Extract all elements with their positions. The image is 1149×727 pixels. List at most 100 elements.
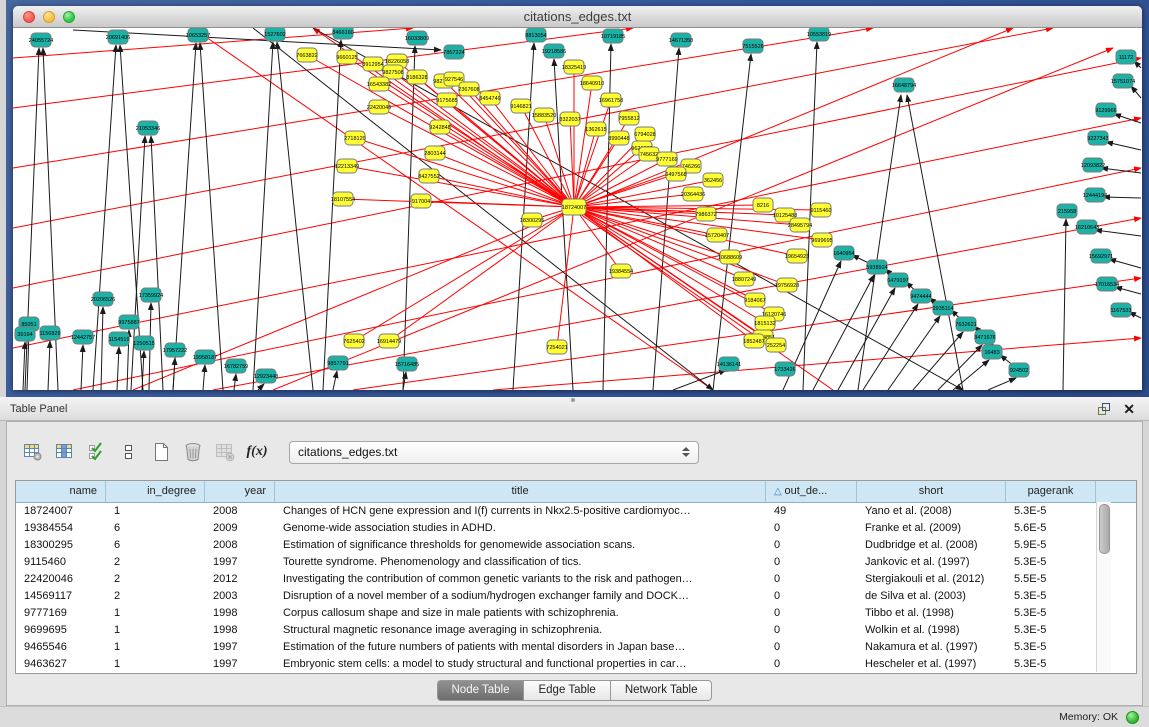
network-node[interactable]: 20691406 (106, 30, 130, 44)
network-node[interactable]: 9242848 (429, 120, 450, 134)
network-node[interactable]: 7955812 (618, 111, 639, 125)
table-row[interactable]: 1830029562008Estimation of significance … (16, 537, 1136, 554)
network-node[interactable]: 7986372 (695, 207, 716, 221)
table-row[interactable]: 1938455462009Genome-wide association stu… (16, 520, 1136, 537)
network-node[interactable]: 9184067 (744, 293, 765, 307)
network-node[interactable]: 9115460 (810, 203, 831, 217)
network-node[interactable]: 5938924 (866, 260, 887, 274)
column-header-name[interactable]: name (16, 481, 106, 502)
network-node[interactable]: 9857791 (327, 356, 348, 370)
network-node[interactable]: 8466160 (332, 28, 353, 39)
network-node[interactable]: 16648794 (892, 78, 916, 92)
scrollbar-thumb[interactable] (1099, 504, 1110, 554)
network-node[interactable]: 8813054 (525, 28, 546, 42)
network-node[interactable]: 1733426 (774, 362, 795, 376)
network-node[interactable]: 12444194 (1083, 188, 1107, 202)
network-node[interactable]: 8912954 (362, 57, 383, 71)
network-node[interactable]: 9175685 (436, 93, 457, 107)
network-node[interactable]: 8186328 (406, 70, 427, 84)
column-header-in_degree[interactable]: in_degree (106, 481, 205, 502)
network-node[interactable]: 1815132 (754, 316, 775, 330)
network-node[interactable]: 12442757 (71, 330, 95, 344)
network-node[interactable]: 14136141 (717, 357, 741, 371)
table-row[interactable]: 1872400712008Changes of HCN gene express… (16, 503, 1136, 520)
row-checks-icon[interactable] (83, 438, 111, 466)
zoom-window-button[interactable] (63, 11, 75, 23)
network-node[interactable]: 9777169 (656, 152, 677, 166)
network-node[interactable]: 22420046 (367, 100, 391, 114)
network-node[interactable]: 15692971 (1089, 249, 1113, 263)
tab-node-table[interactable]: Node Table (437, 680, 525, 701)
network-node[interactable]: 2803144 (424, 146, 445, 160)
network-node[interactable]: 18325419 (562, 60, 586, 74)
network-node[interactable]: 19958187 (193, 350, 217, 364)
network-node[interactable]: 2935114 (932, 301, 953, 315)
table-row[interactable]: 969969511998Structural magnetic resonanc… (16, 622, 1136, 639)
network-node[interactable]: 11172 (1116, 50, 1136, 64)
column-header-short[interactable]: short (857, 481, 1006, 502)
network-node[interactable]: 2718120 (344, 131, 365, 145)
network-node[interactable]: 28495794 (788, 218, 812, 232)
network-node[interactable]: 18640910 (580, 76, 604, 90)
network-node[interactable]: 15751074 (1111, 74, 1135, 88)
network-node[interactable]: 16033809 (405, 31, 429, 45)
tab-edge-table[interactable]: Edge Table (524, 680, 610, 701)
network-node[interactable]: 1154519 (108, 332, 129, 346)
column-header-pagerank[interactable]: pagerank (1006, 481, 1096, 502)
network-node[interactable]: 10653257 (186, 28, 210, 42)
network-node[interactable]: 19756928 (775, 278, 799, 292)
network-node[interactable]: 6497568 (665, 167, 686, 181)
column-header-out_degree[interactable]: △ out_de... (766, 481, 857, 502)
network-node[interactable]: 9975887 (118, 315, 139, 329)
network-node[interactable]: 16961758 (599, 93, 623, 107)
network-node[interactable]: 16782759 (224, 359, 248, 373)
network-node[interactable]: 17957222 (163, 343, 187, 357)
close-window-button[interactable] (23, 11, 35, 23)
column-visibility-icon[interactable] (51, 438, 79, 466)
network-node[interactable]: 17016534 (1095, 277, 1119, 291)
table-selector-dropdown[interactable]: citations_edges.txt (289, 441, 699, 464)
network-node[interactable]: 9129966 (1095, 103, 1116, 117)
table-settings-icon[interactable] (19, 438, 47, 466)
network-node[interactable]: 8471676 (974, 330, 995, 344)
network-node[interactable]: 18107554 (331, 192, 355, 206)
network-node[interactable]: 15720407 (705, 228, 729, 242)
network-node[interactable]: 1852487 (743, 334, 764, 348)
network-node[interactable]: 9146821 (510, 99, 531, 113)
network-node[interactable]: 1250515 (133, 336, 154, 350)
network-node[interactable]: 1167533 (1110, 303, 1131, 317)
network-node[interactable]: 6479197 (887, 273, 908, 287)
network-node[interactable]: 19218586 (542, 44, 566, 58)
network-node[interactable]: 1362615 (585, 122, 606, 136)
network-node[interactable]: 8427552 (418, 169, 439, 183)
table-row[interactable]: 911546021997Tourette syndrome. Phenomeno… (16, 554, 1136, 571)
network-node[interactable]: 18300295 (520, 213, 544, 227)
network-node[interactable]: 16210643 (1075, 220, 1099, 234)
network-canvas[interactable]: 7663822966012589129541822605898275089827… (13, 28, 1142, 390)
network-node[interactable]: 9660125 (336, 50, 357, 64)
network-node[interactable]: 17359924 (139, 288, 163, 302)
network-node[interactable]: 1527602 (264, 28, 285, 41)
row-height-icon[interactable] (115, 438, 143, 466)
network-node[interactable]: 12213349 (335, 159, 359, 173)
splitter-handle[interactable] (571, 398, 575, 402)
table-row[interactable]: 946554611997Estimation of the future num… (16, 639, 1136, 656)
network-node[interactable]: 24055724 (29, 33, 53, 47)
network-node[interactable]: 252254 (766, 338, 786, 352)
network-node[interactable]: 9227343 (1087, 131, 1108, 145)
network-node[interactable]: 362456 (703, 173, 723, 187)
network-node[interactable]: 19384554 (609, 264, 633, 278)
vertical-scrollbar[interactable] (1096, 502, 1111, 672)
network-node[interactable]: 9699695 (811, 233, 832, 247)
network-node[interactable]: 10719185 (601, 29, 625, 43)
network-node[interactable]: 12093822 (1081, 158, 1105, 172)
function-builder-icon[interactable]: f(x) (243, 438, 271, 466)
table-row[interactable]: 977716911998Corpus callosum shape and si… (16, 605, 1136, 622)
network-node[interactable]: 2367608 (458, 82, 479, 96)
network-node[interactable]: 215958 (1057, 204, 1077, 218)
network-node[interactable]: 7254021 (546, 340, 567, 354)
network-node[interactable]: 14671358 (669, 33, 693, 47)
network-node[interactable]: 21053346 (136, 121, 160, 135)
column-header-title[interactable]: title (275, 481, 766, 502)
network-node[interactable]: 10688609 (718, 250, 742, 264)
